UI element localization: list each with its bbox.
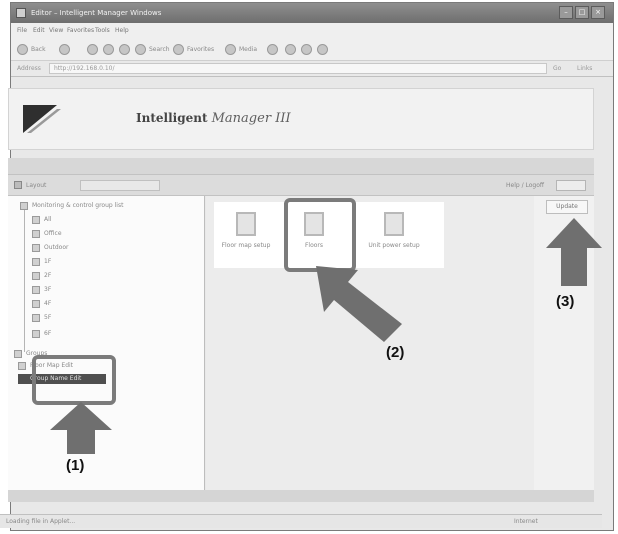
view-selector[interactable] <box>80 180 160 191</box>
tree-item-label: 4F <box>44 300 52 307</box>
banner-title: Intelligent Manager III <box>136 111 291 126</box>
edit-icon[interactable] <box>317 44 328 55</box>
menu-help[interactable]: Help <box>115 27 129 34</box>
menu-favorites[interactable]: Favorites <box>67 27 94 34</box>
address-input[interactable]: http://192.168.0.10/ <box>49 63 547 74</box>
links-label[interactable]: Links <box>577 65 592 72</box>
tree-item-label: 2F <box>44 272 52 279</box>
header-divider-bar <box>8 158 594 174</box>
group-icon <box>32 272 40 280</box>
status-bar: Loading file in Applet... Internet <box>0 514 602 528</box>
unit-power-setup-label: Unit power setup <box>368 242 420 249</box>
address-value: http://192.168.0.10/ <box>54 65 115 72</box>
logoff-button[interactable] <box>556 180 586 191</box>
group-icon <box>32 286 40 294</box>
group-icon <box>32 244 40 252</box>
history-icon[interactable] <box>267 44 278 55</box>
callout-label-3: (3) <box>556 293 575 310</box>
folder-icon <box>20 202 28 210</box>
mail-icon[interactable] <box>285 44 296 55</box>
menu-tools[interactable]: Tools <box>95 27 110 34</box>
update-button[interactable]: Update <box>546 200 588 214</box>
maximize-button[interactable]: □ <box>575 6 589 19</box>
menu-file[interactable]: File <box>17 27 27 34</box>
tree-item-label: Office <box>44 230 62 237</box>
banner-title-plain: Intelligent <box>136 111 208 125</box>
group-icon <box>32 300 40 308</box>
tree-item-label: All <box>44 216 52 223</box>
tree-item-label: 6F <box>44 330 52 337</box>
highlight-box-1 <box>32 355 116 405</box>
help-logoff-label[interactable]: Help / Logoff <box>506 182 544 189</box>
refresh-icon[interactable] <box>103 44 114 55</box>
forward-icon[interactable] <box>59 44 70 55</box>
menu-view[interactable]: View <box>49 27 63 34</box>
status-text: Loading file in Applet... <box>6 518 76 525</box>
section-toolbar: Layout Help / Logoff <box>8 174 594 196</box>
group-icon <box>32 216 40 224</box>
map-icon <box>18 362 26 370</box>
favorites-icon[interactable] <box>173 44 184 55</box>
floor-map-setup-icon <box>236 212 256 236</box>
tree-root-label: Monitoring & control group list <box>32 202 124 209</box>
stop-icon[interactable] <box>87 44 98 55</box>
company-logo-icon <box>23 105 61 133</box>
go-button[interactable]: Go <box>553 65 561 72</box>
app-banner: Intelligent Manager III <box>8 88 594 150</box>
callout-label-2: (2) <box>386 344 405 361</box>
back-icon[interactable] <box>17 44 28 55</box>
tree-item-label: 5F <box>44 314 52 321</box>
floor-map-setup-label: Floor map setup <box>221 242 271 249</box>
arrow-up-left-icon <box>316 266 402 342</box>
media-icon[interactable] <box>225 44 236 55</box>
bottom-divider-bar <box>8 490 594 502</box>
callout-label-1: (1) <box>66 457 85 474</box>
menu-edit[interactable]: Edit <box>33 27 45 34</box>
window-title: Editor – Intelligent Manager Windows <box>31 9 162 17</box>
search-label[interactable]: Search <box>149 46 170 53</box>
address-label: Address <box>17 65 41 72</box>
back-label[interactable]: Back <box>31 46 46 53</box>
tree-item-label: 1F <box>44 258 52 265</box>
folder-icon <box>14 350 22 358</box>
group-icon <box>32 330 40 338</box>
zone-text: Internet <box>514 518 538 525</box>
tree-item-label: 3F <box>44 286 52 293</box>
banner-title-styled: Manager <box>211 111 272 126</box>
floor-map-setup-button[interactable]: Floor map setup <box>216 212 276 249</box>
tree-connector <box>24 210 25 352</box>
group-icon <box>32 230 40 238</box>
arrow-up-icon <box>546 218 602 286</box>
minimize-button[interactable]: – <box>559 6 573 19</box>
arrow-up-icon <box>50 402 112 454</box>
layout-label[interactable]: Layout <box>26 182 46 189</box>
layout-icon[interactable] <box>14 181 22 189</box>
print-icon[interactable] <box>301 44 312 55</box>
unit-power-setup-icon <box>384 212 404 236</box>
address-bar: Address http://192.168.0.10/ Go Links <box>11 61 613 77</box>
browser-toolbar: Back Search Favorites Media <box>11 39 613 61</box>
home-icon[interactable] <box>119 44 130 55</box>
highlight-box-2 <box>284 198 356 272</box>
media-label[interactable]: Media <box>239 46 257 53</box>
tree-item-label: Outdoor <box>44 244 69 251</box>
title-bar: Editor – Intelligent Manager Windows – □… <box>11 3 613 23</box>
search-icon[interactable] <box>135 44 146 55</box>
menu-bar: File Edit View Favorites Tools Help <box>11 23 613 39</box>
group-icon <box>32 314 40 322</box>
unit-power-setup-button[interactable]: Unit power setup <box>364 212 424 249</box>
favorites-label[interactable]: Favorites <box>187 46 214 53</box>
close-button[interactable]: × <box>591 6 605 19</box>
group-icon <box>32 258 40 266</box>
banner-title-suffix: III <box>275 111 291 126</box>
app-icon <box>16 8 26 18</box>
